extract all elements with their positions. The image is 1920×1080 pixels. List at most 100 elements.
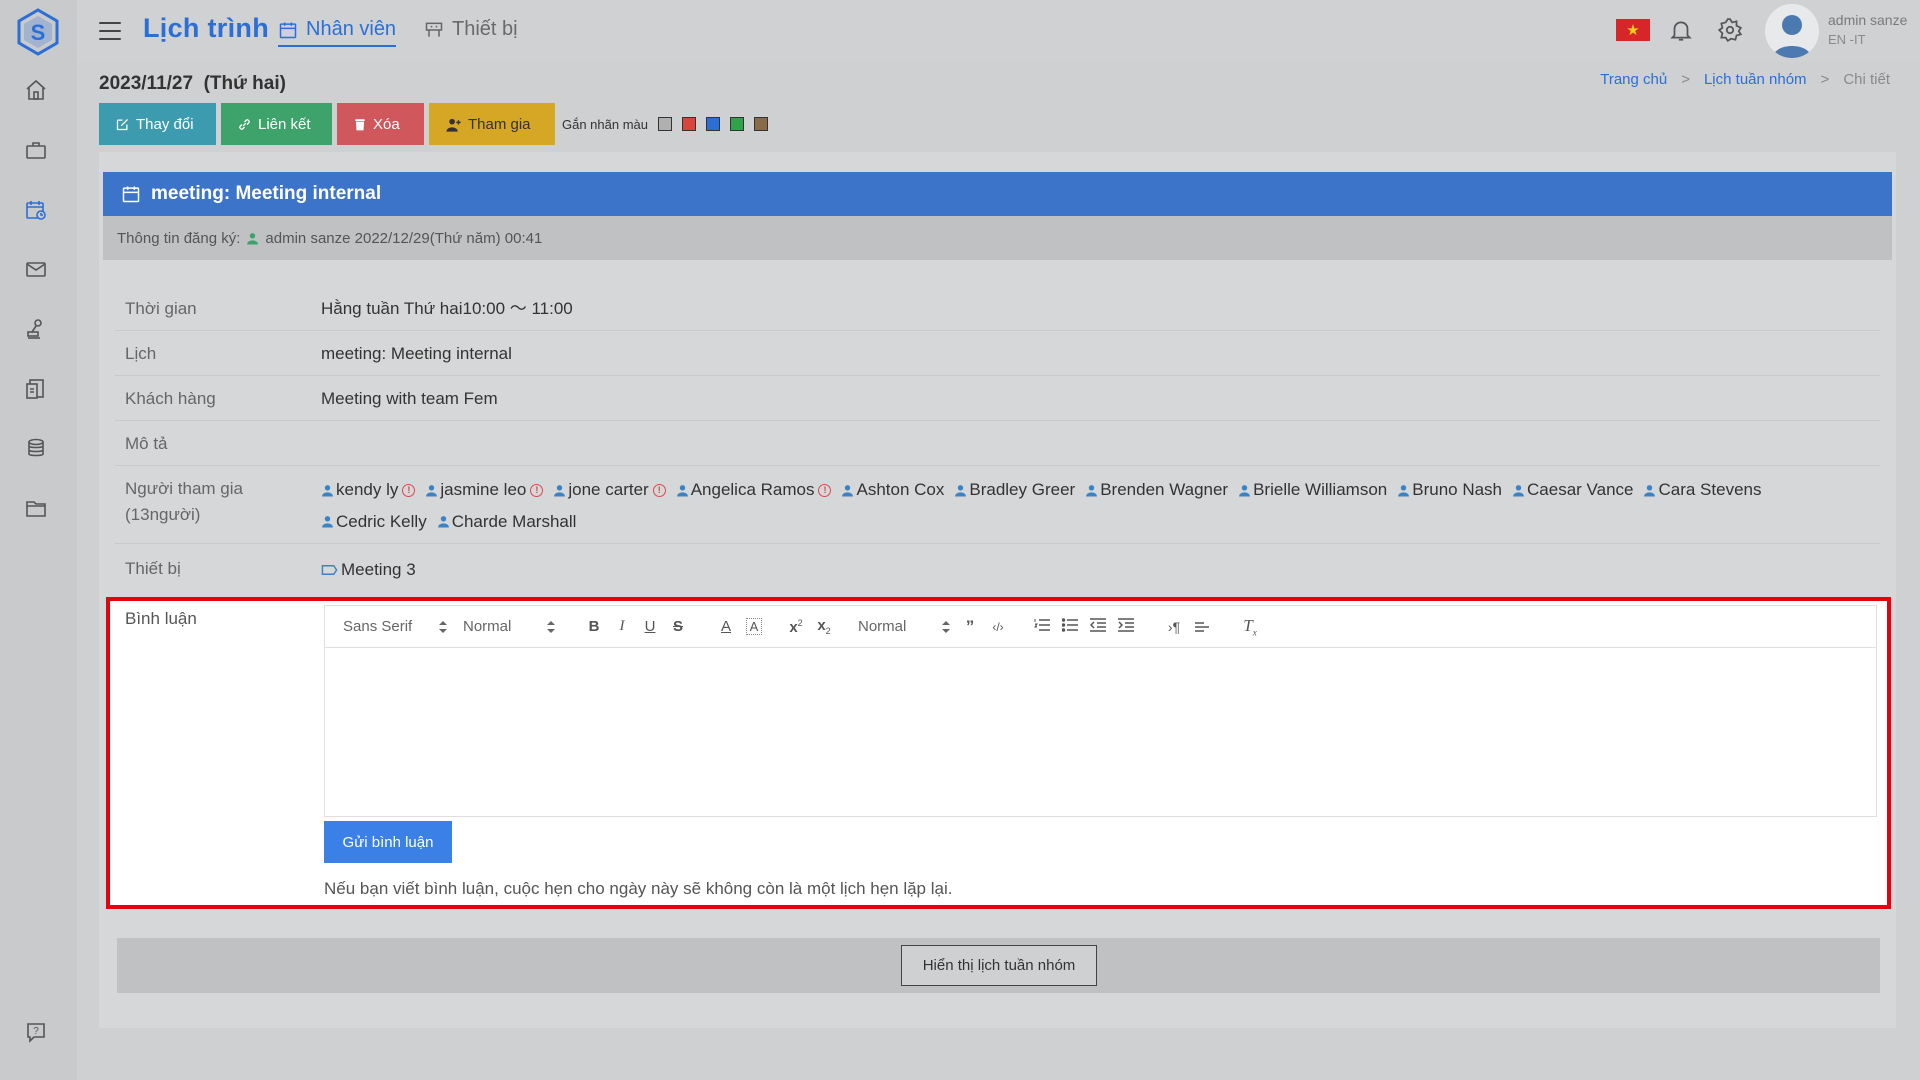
- app-logo[interactable]: S: [16, 8, 60, 56]
- updown-icon: [942, 620, 950, 633]
- tab-equipment[interactable]: Thiết bị: [424, 18, 518, 41]
- tab-staff[interactable]: Nhân viên: [278, 18, 397, 47]
- bell-icon[interactable]: [1668, 17, 1696, 45]
- breadcrumb-group-week[interactable]: Lịch tuần nhóm: [1704, 71, 1807, 88]
- strike-icon[interactable]: S: [664, 618, 692, 635]
- event-title: meeting: Meeting internal: [151, 183, 382, 204]
- subscript-icon[interactable]: x2: [810, 617, 838, 636]
- participant-item[interactable]: Cara Stevens: [1643, 475, 1761, 505]
- font-family-select[interactable]: Sans Serif: [343, 618, 447, 635]
- font-size-select[interactable]: Normal: [463, 618, 555, 635]
- menu-icon[interactable]: [99, 22, 121, 40]
- text-direction-icon[interactable]: ›¶: [1160, 619, 1188, 635]
- delete-button[interactable]: Xóa: [337, 103, 424, 145]
- help-icon[interactable]: ?: [22, 1018, 50, 1046]
- tab-staff-label: Nhân viên: [306, 18, 397, 40]
- home-icon[interactable]: [22, 76, 50, 104]
- participant-name: jone carter: [568, 480, 649, 499]
- calendar-clock-icon[interactable]: [22, 196, 50, 224]
- participant-item[interactable]: Angelica Ramos!: [676, 475, 832, 505]
- warning-icon: !: [530, 483, 544, 497]
- edit-button[interactable]: Thay đổi: [99, 103, 216, 145]
- blockquote-icon[interactable]: ”: [956, 617, 984, 637]
- user-icon: [955, 484, 967, 496]
- text-color-icon[interactable]: A: [712, 618, 740, 635]
- participant-item[interactable]: Charde Marshall: [437, 507, 576, 537]
- participant-item[interactable]: Bradley Greer: [954, 475, 1075, 505]
- equipment-label: Thiết bị: [125, 559, 181, 578]
- gear-icon[interactable]: [1717, 17, 1745, 45]
- participants-count: (13người): [125, 505, 201, 524]
- code-icon[interactable]: ‹/›: [984, 620, 1012, 634]
- align-icon[interactable]: [1188, 618, 1216, 636]
- participant-item[interactable]: Brielle Williamson: [1238, 475, 1387, 505]
- heading-select[interactable]: Normal: [858, 618, 950, 635]
- indent-icon[interactable]: [1112, 617, 1140, 636]
- show-group-week-button[interactable]: Hiển thị lịch tuần nhóm: [901, 945, 1097, 986]
- calendar-icon: [122, 186, 140, 203]
- folder-icon[interactable]: [22, 494, 50, 522]
- footer-bar: Hiển thị lịch tuần nhóm: [117, 938, 1880, 993]
- equipment-name: Meeting 3: [341, 560, 416, 579]
- participant-item[interactable]: jasmine leo!: [425, 475, 544, 505]
- user-icon: [1513, 484, 1524, 496]
- database-icon[interactable]: [22, 434, 50, 462]
- link-button-label: Liên kết: [258, 115, 311, 133]
- color-swatch[interactable]: [754, 117, 769, 131]
- color-swatch[interactable]: [706, 117, 721, 131]
- user-icon: [1398, 484, 1410, 496]
- participant-item[interactable]: kendy ly!: [321, 475, 416, 505]
- bullet-list-icon[interactable]: [1056, 617, 1084, 636]
- user-icon: [1086, 484, 1098, 496]
- participant-item[interactable]: Bruno Nash: [1397, 475, 1502, 505]
- color-swatch[interactable]: [682, 117, 697, 131]
- breadcrumb-home[interactable]: Trang chủ: [1600, 71, 1667, 88]
- time-value: Hằng tuần Thứ hai10:00 ～ 11:00: [321, 299, 573, 318]
- document-icon[interactable]: [22, 375, 50, 403]
- participant-item[interactable]: Caesar Vance: [1512, 475, 1633, 505]
- breadcrumb-current: Chi tiết: [1843, 71, 1890, 88]
- italic-icon[interactable]: I: [608, 618, 636, 635]
- participant-name: Bruno Nash: [1412, 480, 1503, 499]
- clear-format-icon[interactable]: Tx: [1236, 616, 1264, 637]
- background-color-icon[interactable]: A: [746, 618, 762, 635]
- bold-icon[interactable]: B: [580, 618, 608, 635]
- registration-label: Thông tin đăng ký:: [117, 229, 241, 247]
- ordered-list-icon[interactable]: [1028, 618, 1056, 636]
- updown-icon: [547, 620, 555, 633]
- outdent-icon[interactable]: [1084, 617, 1112, 636]
- color-swatch[interactable]: [730, 117, 745, 131]
- participant-name: Cedric Kelly: [336, 511, 427, 531]
- participant-item[interactable]: Brenden Wagner: [1085, 475, 1228, 505]
- date-text: 2023/11/27: [99, 73, 194, 94]
- customer-value: Meeting with team Fem: [321, 389, 498, 408]
- comment-section: Bình luận Sans Serif Normal B I U S A A …: [106, 597, 1891, 909]
- user-name[interactable]: admin sanze: [1828, 12, 1907, 28]
- breadcrumb-separator: >: [1820, 71, 1830, 88]
- warning-icon: !: [402, 483, 416, 497]
- participant-item[interactable]: Ashton Cox: [841, 475, 944, 505]
- breadcrumb-separator: >: [1681, 71, 1690, 88]
- calendar-icon: [279, 22, 297, 38]
- superscript-icon[interactable]: x2: [782, 618, 810, 636]
- user-icon: [842, 484, 854, 496]
- briefcase-icon[interactable]: [22, 136, 50, 164]
- link-button[interactable]: Liên kết: [221, 103, 332, 145]
- participant-item[interactable]: jone carter!: [553, 475, 666, 505]
- vietnam-flag-icon[interactable]: ★: [1616, 19, 1650, 41]
- avatar[interactable]: [1765, 4, 1819, 58]
- participant-item[interactable]: Cedric Kelly: [321, 507, 427, 537]
- stamp-icon[interactable]: [22, 315, 50, 343]
- color-tag-label: Gắn nhãn màu: [562, 116, 649, 132]
- participant-name: Angelica Ramos: [690, 480, 815, 499]
- join-button[interactable]: Tham gia: [429, 103, 555, 145]
- event-header: meeting: Meeting internal: [103, 172, 1892, 216]
- user-icon: [676, 484, 688, 496]
- equipment-value[interactable]: Meeting 3: [321, 555, 416, 585]
- color-swatch[interactable]: [658, 117, 673, 131]
- underline-icon[interactable]: U: [636, 618, 664, 635]
- mail-icon[interactable]: [22, 255, 50, 283]
- comment-textarea[interactable]: [325, 648, 1876, 816]
- submit-comment-button[interactable]: Gửi bình luận: [324, 821, 452, 863]
- font-family-value: Sans Serif: [343, 618, 413, 635]
